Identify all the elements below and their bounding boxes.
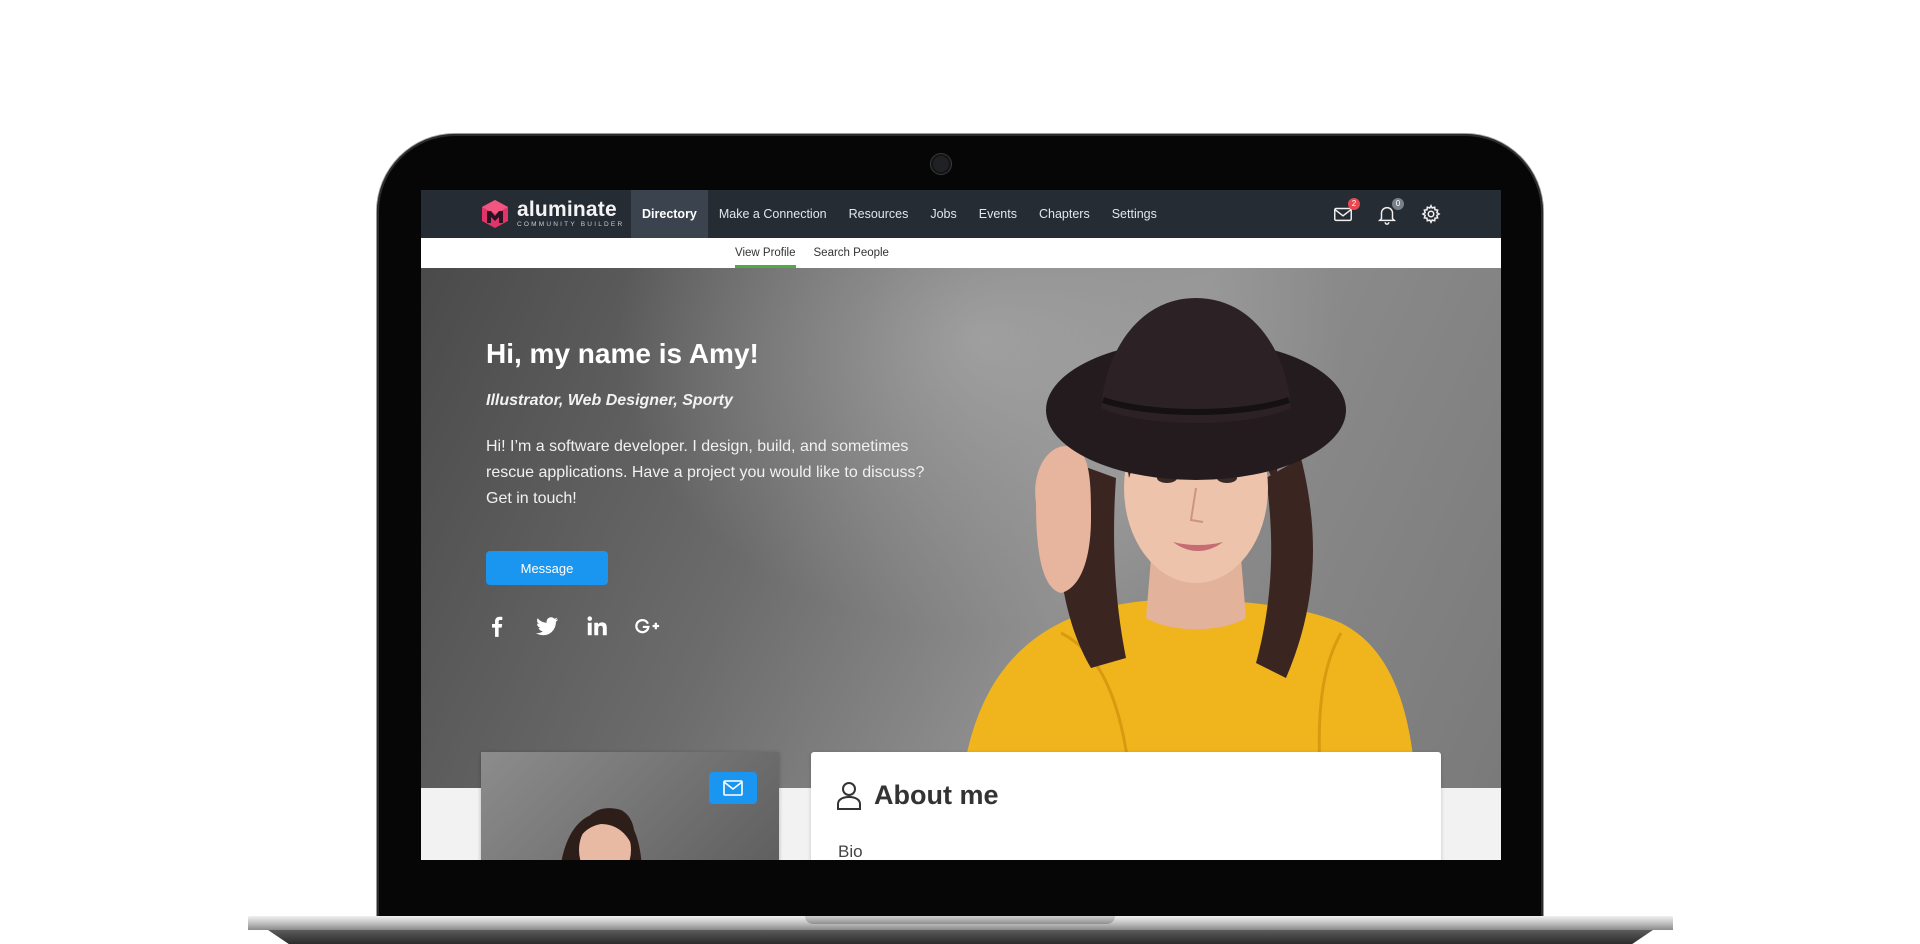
envelope-icon — [723, 780, 743, 796]
bio-label: Bio — [838, 842, 863, 860]
hero-title: Hi, my name is Amy! — [486, 338, 759, 369]
nav-resources[interactable]: Resources — [838, 190, 920, 238]
nav-chapters[interactable]: Chapters — [1028, 190, 1101, 238]
hero-bio: Hi! I’m a software developer. I design, … — [486, 438, 925, 507]
profile-photo — [561, 808, 642, 860]
logo-subtitle: COMMUNITY BUILDER — [517, 221, 625, 229]
about-me-title: About me — [874, 780, 999, 810]
user-icon — [837, 781, 861, 810]
sub-navigation: View Profile Search People — [421, 238, 1501, 269]
facebook-icon — [492, 616, 503, 637]
nav-events[interactable]: Events — [968, 190, 1028, 238]
notifications-badge: 0 — [1392, 198, 1404, 210]
hero-tags: Illustrator, Web Designer, Sporty — [486, 392, 733, 409]
laptop-hinge — [805, 916, 1115, 924]
screen: aluminate COMMUNITY BUILDER Directory Ma… — [421, 190, 1501, 860]
logo-name: aluminate — [517, 198, 617, 222]
webcam — [933, 156, 949, 172]
logo-mark-icon — [482, 200, 508, 228]
about-me-card: About me Bio — [811, 752, 1441, 860]
main-nav: Directory Make a Connection Resources Jo… — [631, 190, 1168, 238]
tab-view-profile[interactable]: View Profile — [735, 238, 796, 268]
messages-badge: 2 — [1348, 198, 1360, 210]
gear-icon — [1421, 204, 1441, 224]
messages-button[interactable]: 2 — [1331, 198, 1360, 226]
logo[interactable]: aluminate COMMUNITY BUILDER — [481, 199, 624, 229]
linkedin-icon — [587, 616, 607, 636]
nav-make-a-connection[interactable]: Make a Connection — [708, 190, 838, 238]
message-button[interactable]: Message — [486, 551, 608, 585]
facebook-link[interactable] — [483, 612, 511, 640]
google-plus-icon — [635, 619, 660, 634]
profile-hero: Hi, my name is Amy! Illustrator, Web Des… — [421, 268, 1501, 788]
nav-directory[interactable]: Directory — [631, 190, 708, 238]
tab-search-people[interactable]: Search People — [814, 238, 889, 268]
twitter-icon — [536, 617, 559, 636]
linkedin-link[interactable] — [583, 612, 611, 640]
nav-icon-group: 2 0 — [1331, 198, 1443, 226]
nav-jobs[interactable]: Jobs — [919, 190, 967, 238]
notifications-button[interactable]: 0 — [1375, 198, 1404, 226]
profile-portrait — [961, 298, 1416, 788]
profile-photo-card — [481, 752, 779, 860]
nav-settings[interactable]: Settings — [1101, 190, 1168, 238]
social-links — [483, 612, 661, 640]
laptop-base-shadow — [268, 930, 1653, 944]
card-message-button[interactable] — [709, 772, 757, 804]
top-navigation: aluminate COMMUNITY BUILDER Directory Ma… — [421, 190, 1501, 238]
settings-button[interactable] — [1419, 202, 1443, 226]
google-plus-link[interactable] — [633, 612, 661, 640]
twitter-link[interactable] — [533, 612, 561, 640]
